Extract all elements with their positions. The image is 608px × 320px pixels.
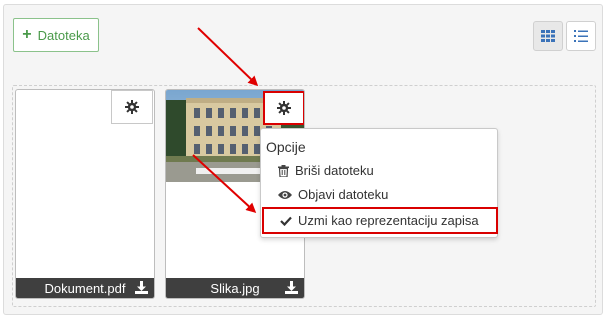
menu-item-label: Objavi datoteku <box>298 187 389 202</box>
menu-item-label: Uzmi kao reprezentaciju zapisa <box>298 213 479 228</box>
grid-view-icon <box>541 30 555 42</box>
menu-title: Opcije <box>266 139 306 155</box>
add-file-button[interactable]: + Datoteka <box>13 18 99 52</box>
menu-item-publish-file[interactable]: Objavi datoteku <box>278 187 388 202</box>
menu-item-label: Briši datoteku <box>295 163 374 178</box>
file-card[interactable]: Dokument.pdf <box>15 89 155 299</box>
trash-icon <box>278 164 289 177</box>
grid-view-button[interactable] <box>533 21 563 51</box>
check-icon <box>280 216 292 226</box>
file-options-button[interactable] <box>111 90 153 124</box>
menu-item-delete-file[interactable]: Briši datoteku <box>278 163 374 178</box>
file-name: Dokument.pdf <box>44 280 126 296</box>
file-name: Slika.jpg <box>210 280 260 296</box>
list-view-icon <box>574 30 588 42</box>
eye-icon <box>278 190 292 199</box>
file-options-menu: Opcije Briši datoteku Objavi datoteku Uz… <box>260 128 498 238</box>
list-view-button[interactable] <box>566 21 596 51</box>
gear-icon <box>277 101 291 115</box>
file-card-footer: Dokument.pdf <box>16 278 154 298</box>
file-card-footer: Slika.jpg <box>166 278 304 298</box>
download-icon[interactable] <box>135 281 148 294</box>
file-options-button[interactable] <box>263 91 304 125</box>
menu-item-set-as-record-representation[interactable]: Uzmi kao reprezentaciju zapisa <box>262 207 498 234</box>
gear-icon <box>125 100 139 114</box>
download-icon[interactable] <box>285 281 298 294</box>
add-file-label: Datoteka <box>37 27 90 43</box>
plus-icon: + <box>22 26 32 43</box>
